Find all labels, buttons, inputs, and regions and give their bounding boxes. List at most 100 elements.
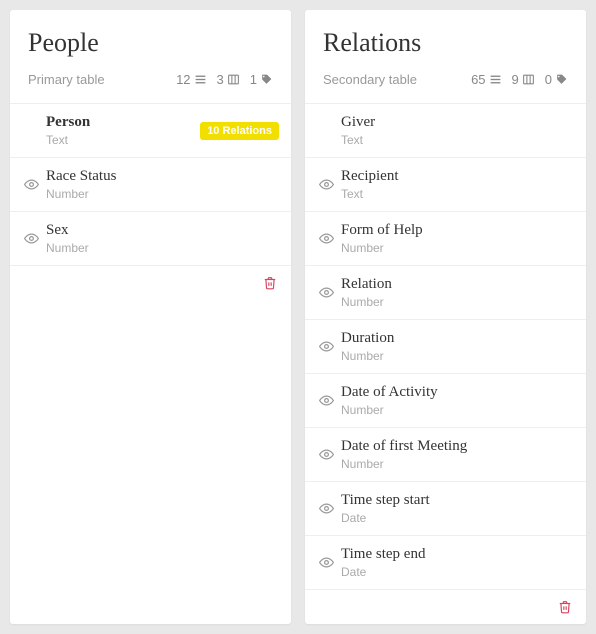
field-name: Person [46,114,200,131]
rows-count: 12 [176,72,206,87]
cols-count-value: 9 [512,72,519,87]
field-text: Recipient Text [341,168,574,201]
counts: 12 3 1 [176,72,273,87]
field-row[interactable]: Date of ActivityNumber [305,374,586,428]
field-type: Number [341,349,574,363]
field-row[interactable]: Time step start Date [305,482,586,536]
field-list: Giver Text Recipient Text Form of Help Number… [305,103,586,590]
card-subheader: Secondary table 65 9 0 [323,72,568,97]
trash-icon [263,276,277,290]
field-text: Race Status Number [46,168,279,201]
field-name: Form of Help [341,222,574,239]
field-name: Race Status [46,168,279,185]
eye-icon [24,231,39,246]
columns-icon [227,73,240,86]
card-subtitle: Primary table [28,72,105,87]
visibility-toggle[interactable] [319,339,341,354]
list-icon [489,73,502,86]
field-row[interactable]: Relation Number [305,266,586,320]
card-title: Relations [323,28,568,58]
field-name: Date of Activity [341,384,574,401]
rows-count: 65 [471,72,501,87]
field-text: Date of first MeetingNumber [341,438,574,471]
field-text: Giver Text [341,114,574,147]
field-name: Time step start [341,492,574,509]
eye-icon [319,231,334,246]
field-text: Form of Help Number [341,222,574,255]
tag-icon [555,73,568,86]
table-card: RelationsSecondary table6590GiverTextRec… [305,10,586,624]
field-text: Duration Number [341,330,574,363]
columns-icon [522,73,535,86]
eye-icon [319,393,334,408]
field-type: Number [46,187,279,201]
tags-count: 0 [545,72,568,87]
field-row[interactable]: Giver Text [305,104,586,158]
eye-icon [319,339,334,354]
card-header: People Primary table 12 3 1 [10,10,291,103]
visibility-toggle[interactable] [319,285,341,300]
field-text: Person Text [46,114,200,147]
field-row[interactable]: Date of first MeetingNumber [305,428,586,482]
visibility-toggle[interactable] [319,177,341,192]
field-row[interactable]: Time step end Date [305,536,586,590]
field-type: Number [341,457,574,471]
field-row[interactable]: Race Status Number [10,158,291,212]
field-type: Number [341,241,574,255]
card-title: People [28,28,273,58]
cols-count-value: 3 [217,72,224,87]
cols-count: 9 [512,72,535,87]
eye-icon [24,177,39,192]
card-header: Relations Secondary table 65 9 0 [305,10,586,103]
rows-count-value: 65 [471,72,485,87]
visibility-toggle[interactable] [319,393,341,408]
field-type: Text [46,133,200,147]
eye-icon [319,447,334,462]
card-footer [305,590,586,624]
field-name: Sex [46,222,279,239]
tags-count-value: 1 [250,72,257,87]
tag-icon [260,73,273,86]
field-row[interactable]: Person Text10 Relations [10,104,291,158]
tags-count-value: 0 [545,72,552,87]
field-text: Time step start Date [341,492,574,525]
field-type: Date [341,511,574,525]
list-icon [194,73,207,86]
field-type: Date [341,565,574,579]
field-text: Time step end Date [341,546,574,579]
visibility-toggle[interactable] [24,231,46,246]
field-text: SexNumber [46,222,279,255]
field-name: Recipient [341,168,574,185]
field-type: Text [341,133,574,147]
eye-icon [319,285,334,300]
visibility-toggle[interactable] [319,501,341,516]
field-row[interactable]: Duration Number [305,320,586,374]
relations-badge[interactable]: 10 Relations [200,122,279,140]
visibility-toggle[interactable] [319,555,341,570]
card-subtitle: Secondary table [323,72,417,87]
table-card: People Primary table 12 3 1 Person Text10 Rela… [10,10,291,624]
delete-button[interactable] [263,276,277,290]
field-row[interactable]: SexNumber [10,212,291,266]
field-type: Text [341,187,574,201]
cols-count: 3 [217,72,240,87]
field-name: Duration [341,330,574,347]
eye-icon [319,501,334,516]
card-footer [10,266,291,300]
delete-button[interactable] [558,600,572,614]
field-list: Person Text10 Relations Race Status Number S… [10,103,291,266]
visibility-toggle[interactable] [319,447,341,462]
field-text: Relation Number [341,276,574,309]
visibility-toggle[interactable] [24,177,46,192]
field-name: Relation [341,276,574,293]
field-type: Number [341,295,574,309]
eye-icon [319,177,334,192]
field-row[interactable]: Recipient Text [305,158,586,212]
field-name: Time step end [341,546,574,563]
card-subheader: Primary table 12 3 1 [28,72,273,97]
field-name: Giver [341,114,574,131]
eye-icon [319,555,334,570]
trash-icon [558,600,572,614]
field-row[interactable]: Form of Help Number [305,212,586,266]
visibility-toggle[interactable] [319,231,341,246]
